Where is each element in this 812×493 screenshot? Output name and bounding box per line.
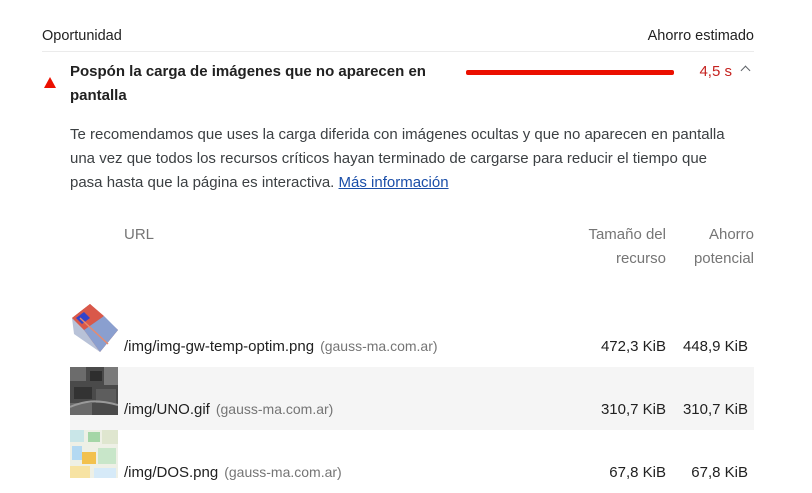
image-thumbnail [70, 367, 118, 415]
resource-path: /img/img-gw-temp-optim.png [124, 338, 315, 355]
warning-triangle-icon [44, 77, 56, 88]
audit-description: Te recomendamos que uses la carga diferi… [70, 123, 740, 195]
resource-path: /img/DOS.png [124, 464, 219, 481]
opportunity-column-label: Oportunidad [42, 27, 122, 44]
audit-saving-value: 4,5 s [699, 63, 732, 80]
resource-path: /img/UNO.gif [124, 401, 210, 418]
resource-url[interactable]: /img/DOS.png (gauss-ma.com.ar) [124, 464, 342, 481]
offscreen-images-audit: Pospón la carga de imágenes que no apare… [42, 52, 754, 481]
potential-saving: 310,7 KiB [682, 401, 748, 418]
resource-url[interactable]: /img/UNO.gif (gauss-ma.com.ar) [124, 401, 333, 418]
image-thumbnail [70, 430, 118, 478]
table-row: /img/DOS.png (gauss-ma.com.ar) 67,8 KiB 6… [70, 430, 754, 493]
resource-url[interactable]: /img/img-gw-temp-optim.png (gauss-ma.com.… [124, 338, 438, 355]
potential-saving-column-header: Ahorro potencial [693, 226, 754, 267]
image-thumbnail [70, 304, 118, 352]
savings-bar [466, 70, 674, 75]
resource-size: 67,8 KiB [609, 464, 666, 481]
resource-domain: (gauss-ma.com.ar) [215, 401, 334, 417]
chevron-up-icon[interactable] [740, 65, 751, 76]
estimated-savings-column-label: Ahorro estimado [647, 27, 754, 44]
resource-domain: (gauss-ma.com.ar) [320, 338, 438, 354]
resource-size-column-header: Tamaño del recurso [588, 226, 666, 267]
table-header: URL Tamaño del recurso Ahorro potencial [42, 223, 754, 295]
url-column-header: URL [124, 226, 155, 243]
potential-saving: 67,8 KiB [691, 464, 748, 481]
resource-domain: (gauss-ma.com.ar) [224, 464, 342, 480]
table-row: /img/img-gw-temp-optim.png (gauss-ma.com.… [70, 304, 754, 367]
opportunity-header-row: Oportunidad Ahorro estimado [42, 20, 754, 52]
audit-title: Pospón la carga de imágenes que no apare… [70, 63, 426, 104]
audit-summary[interactable]: Pospón la carga de imágenes que no apare… [42, 52, 754, 112]
resource-size: 310,7 KiB [600, 401, 666, 418]
table-row: /img/UNO.gif (gauss-ma.com.ar) 310,7 KiB … [70, 367, 754, 430]
learn-more-link[interactable]: Más información [339, 174, 449, 191]
resource-size: 472,3 KiB [600, 338, 666, 355]
potential-saving: 448,9 KiB [682, 338, 748, 355]
